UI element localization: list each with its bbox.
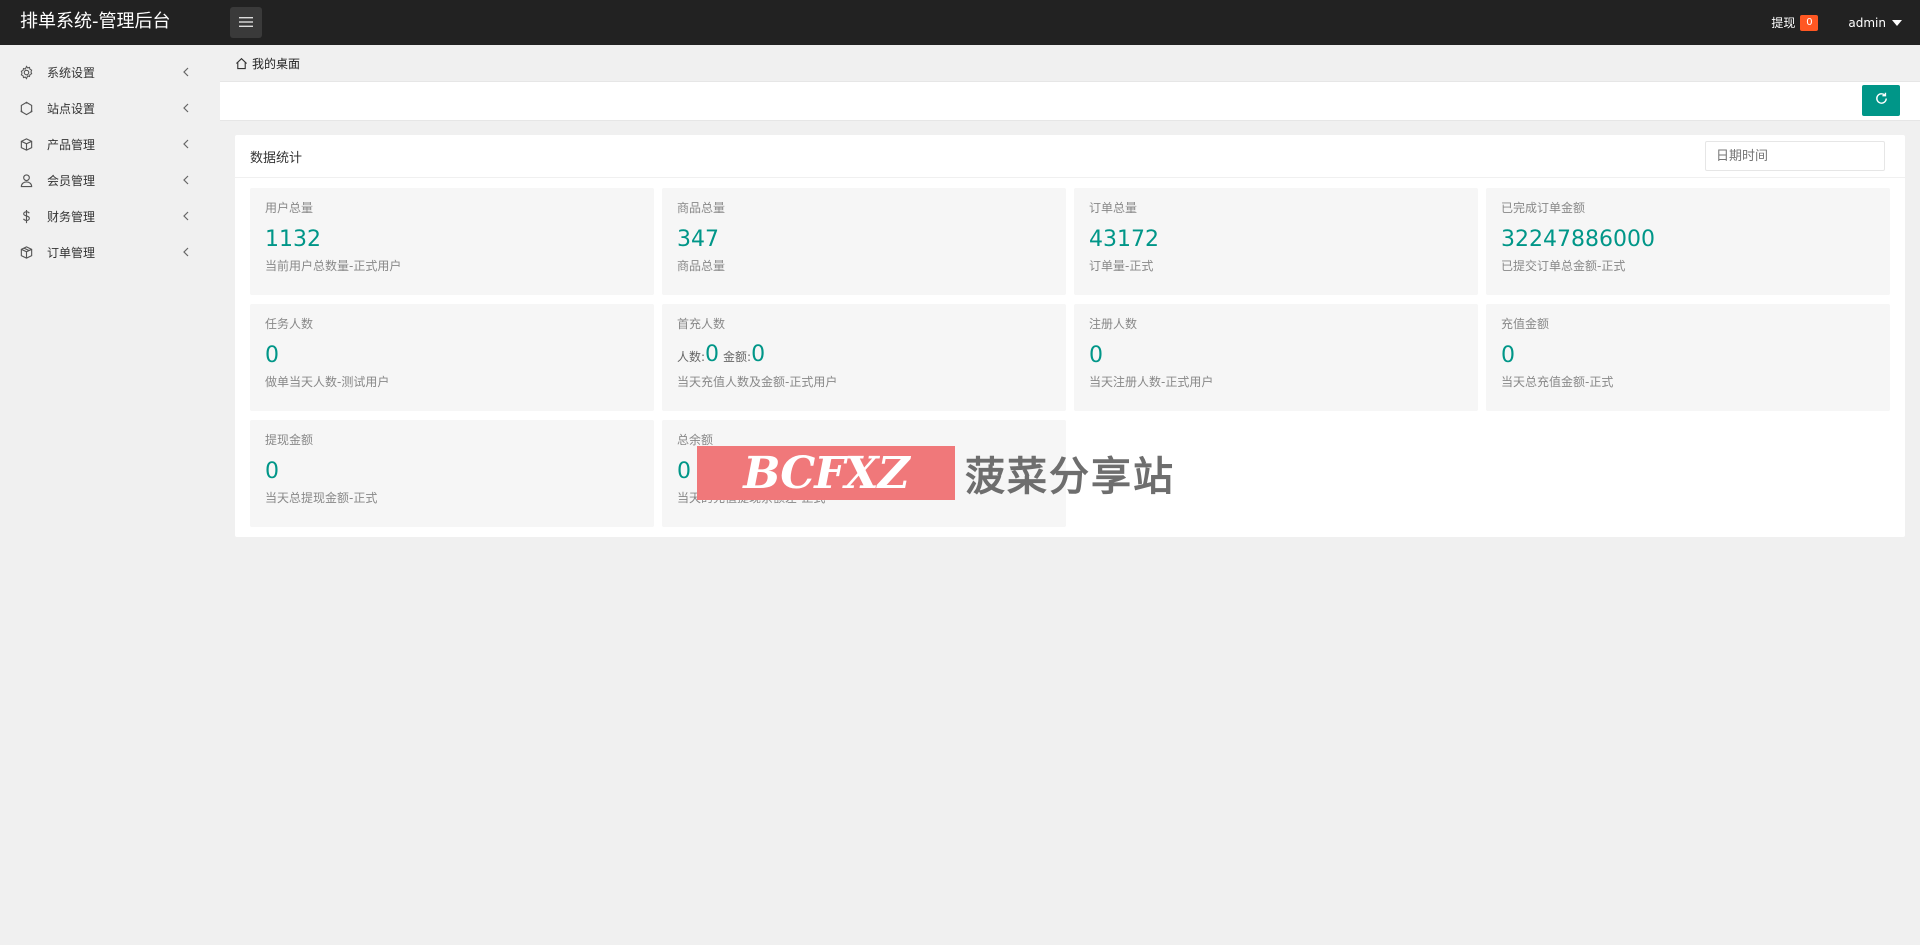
stat-value: 43172 [1089, 227, 1159, 252]
stat-desc: 当天注册人数-正式用户 [1089, 375, 1214, 389]
caret-down-icon [1892, 19, 1902, 26]
sidebar-item-label: 会员管理 [47, 173, 96, 188]
stat-desc: 当天总充值金额-正式 [1501, 375, 1614, 389]
amount-value: 0 [751, 342, 766, 367]
stats-panel: 数据统计 用户总量 1132 当前用户总数量-正式用户 商品总量 347 商品总… [235, 135, 1905, 537]
sidebar-item-label: 站点设置 [47, 101, 96, 116]
stat-value: 0 [265, 343, 279, 368]
stat-card-completed-order-amount: 已完成订单金额 32247886000 已提交订单总金额-正式 [1486, 188, 1890, 295]
breadcrumb-home-tab[interactable]: 我的桌面 [252, 55, 300, 72]
site-icon [18, 100, 34, 116]
sidebar-item-label: 财务管理 [47, 209, 96, 224]
sidebar-item-label: 产品管理 [47, 137, 96, 152]
stat-value: 0 [1501, 343, 1515, 368]
chevron-left-icon [181, 103, 191, 113]
chevron-left-icon [181, 247, 191, 257]
stat-value: 347 [677, 227, 719, 252]
stat-card-recharge-amount: 充值金额 0 当天总充值金额-正式 [1486, 304, 1890, 411]
user-icon [18, 172, 34, 188]
stat-card-total-products: 商品总量 347 商品总量 [662, 188, 1066, 295]
gear-icon [18, 64, 34, 80]
stat-desc: 订单量-正式 [1089, 259, 1154, 273]
user-menu[interactable]: admin [1848, 16, 1902, 30]
amount-label: 金额: [723, 350, 752, 364]
withdraw-count-badge: 0 [1800, 14, 1819, 31]
stat-card-first-recharge: 首充人数 人数: 0 金额: 0 当天充值人数及金额-正式用户 [662, 304, 1066, 411]
user-name: admin [1848, 15, 1886, 30]
people-count-label: 人数: [677, 350, 706, 364]
sidebar-item-order-management[interactable]: 订单管理 [0, 234, 220, 270]
main-content: 我的桌面 数据统计 用户总量 1132 当前用户总数量-正式用户 商品总量 34… [220, 45, 1920, 945]
dollar-icon [18, 208, 34, 224]
home-icon [235, 57, 248, 70]
refresh-button[interactable] [1862, 85, 1900, 116]
chevron-left-icon [181, 211, 191, 221]
stat-desc: 当前用户总数量-正式用户 [265, 259, 402, 273]
refresh-icon [1874, 91, 1889, 110]
stat-desc: 做单当天人数-测试用户 [265, 375, 390, 389]
sidebar: 系统设置 站点设置 产品管理 会员管理 财务管理 订单管理 [0, 45, 220, 945]
sidebar-item-site-settings[interactable]: 站点设置 [0, 90, 220, 126]
chevron-left-icon [181, 175, 191, 185]
sidebar-item-member-management[interactable]: 会员管理 [0, 162, 220, 198]
stat-card-total-balance: 总余额 0 当天的充值提现余额差-正式 [662, 420, 1066, 527]
stats-grid: 用户总量 1132 当前用户总数量-正式用户 商品总量 347 商品总量 订单总… [250, 188, 1890, 527]
stat-title: 总余额 [677, 433, 714, 447]
stat-card-total-users: 用户总量 1132 当前用户总数量-正式用户 [250, 188, 654, 295]
withdraw-notice-link[interactable]: 提现 0 [1771, 14, 1819, 31]
chevron-left-icon [181, 139, 191, 149]
stat-title: 订单总量 [1089, 201, 1138, 215]
sidebar-item-label: 系统设置 [47, 65, 96, 80]
withdraw-label: 提现 [1771, 16, 1796, 30]
stat-desc: 当天总提现金额-正式 [265, 491, 378, 505]
stat-value: 32247886000 [1501, 227, 1655, 252]
stat-card-total-orders: 订单总量 43172 订单量-正式 [1074, 188, 1478, 295]
stat-title: 已完成订单金额 [1501, 201, 1586, 215]
stat-title: 注册人数 [1089, 317, 1138, 331]
stat-title: 任务人数 [265, 317, 314, 331]
stat-desc: 已提交订单总金额-正式 [1501, 259, 1626, 273]
stat-card-registrations: 注册人数 0 当天注册人数-正式用户 [1074, 304, 1478, 411]
date-time-input[interactable] [1705, 141, 1885, 171]
stat-title: 用户总量 [265, 201, 314, 215]
stat-desc: 商品总量 [677, 259, 726, 273]
hamburger-icon [239, 13, 253, 32]
stat-value: 1132 [265, 227, 321, 252]
stat-value: 0 [265, 459, 279, 484]
stat-desc: 当天的充值提现余额差-正式 [677, 491, 826, 505]
first-recharge-values: 人数: 0 金额: 0 [677, 342, 1051, 370]
top-header: 排单系统-管理后台 提现 0 admin [0, 0, 1920, 45]
box-icon [18, 136, 34, 152]
stats-panel-header: 数据统计 [235, 135, 1905, 178]
app-title: 排单系统-管理后台 [20, 11, 171, 32]
stat-desc: 当天充值人数及金额-正式用户 [677, 375, 838, 389]
breadcrumb: 我的桌面 [220, 45, 1920, 81]
stat-card-task-users: 任务人数 0 做单当天人数-测试用户 [250, 304, 654, 411]
stat-card-withdraw-amount: 提现金额 0 当天总提现金额-正式 [250, 420, 654, 527]
sidebar-item-finance-management[interactable]: 财务管理 [0, 198, 220, 234]
stat-title: 商品总量 [677, 201, 726, 215]
stat-title: 首充人数 [677, 317, 726, 331]
people-count-value: 0 [705, 342, 720, 367]
chevron-left-icon [181, 67, 191, 77]
stat-title: 充值金额 [1501, 317, 1550, 331]
stats-title: 数据统计 [250, 150, 303, 166]
menu-toggle-button[interactable] [230, 7, 262, 38]
order-box-icon [18, 244, 34, 260]
sidebar-item-product-management[interactable]: 产品管理 [0, 126, 220, 162]
sidebar-item-label: 订单管理 [47, 245, 96, 260]
sidebar-item-system-settings[interactable]: 系统设置 [0, 54, 220, 90]
stat-value: 0 [677, 459, 691, 484]
stat-title: 提现金额 [265, 433, 314, 447]
page-toolbar [220, 81, 1920, 121]
stat-value: 0 [1089, 343, 1103, 368]
